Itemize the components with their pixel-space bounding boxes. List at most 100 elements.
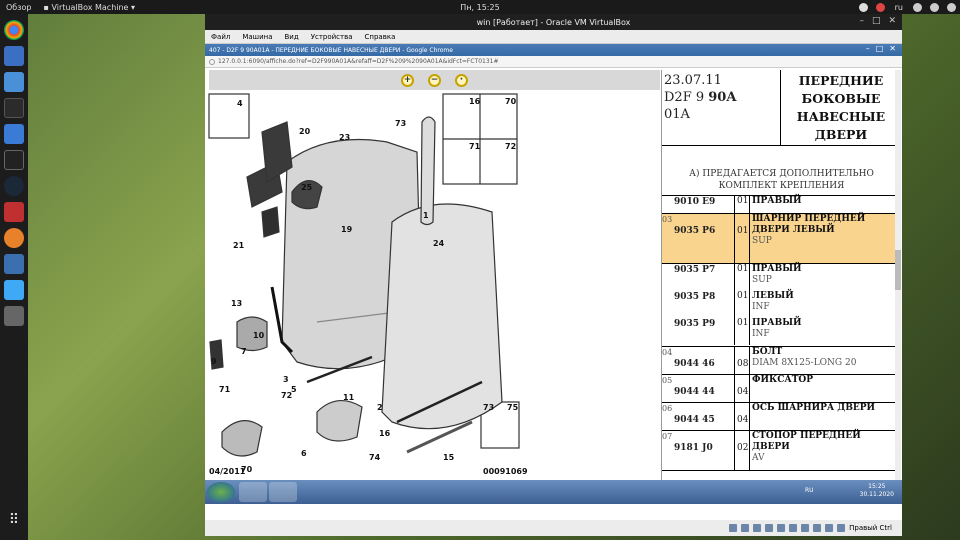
maximize-icon[interactable]: □ (872, 16, 881, 26)
menu-view[interactable]: Вид (279, 33, 305, 41)
row-num: 07 (662, 432, 673, 441)
part-qty: 01 (734, 291, 750, 318)
mouse-icon[interactable] (837, 524, 846, 532)
callout: 74 (369, 453, 381, 462)
usb-icon[interactable] (777, 524, 786, 532)
scrollbar-thumb[interactable] (895, 250, 901, 290)
volume-icon[interactable] (930, 2, 939, 12)
part-qty: 01 (734, 214, 750, 263)
power-icon[interactable] (947, 2, 956, 12)
date-code: 04/2011 (209, 467, 246, 476)
drive-icon[interactable] (4, 306, 24, 326)
mega-icon[interactable] (875, 2, 885, 12)
minimize-icon[interactable]: – (859, 16, 864, 26)
display-icon[interactable] (801, 524, 810, 532)
table-row[interactable]: 04 9044 46 08 БОЛТ DIAM 8X125-LONG 20 (662, 347, 901, 375)
callout: 71 (219, 385, 231, 394)
url-text: 127.0.0.1:6090/affiche.do?ref=D2F990A01A… (218, 58, 499, 65)
chrome-close-icon[interactable]: ✕ (889, 44, 896, 53)
steam-icon[interactable] (4, 176, 24, 196)
app-icon[interactable] (4, 228, 24, 248)
clock[interactable]: Пн, 15:25 (450, 3, 510, 12)
part-qty: 08 (734, 347, 750, 374)
taskbar-clock[interactable]: 15:25 30.11.2020 (860, 483, 894, 499)
cube-icon[interactable] (4, 280, 24, 300)
calc-icon[interactable] (4, 124, 24, 144)
zoom-fit-icon[interactable]: · (455, 73, 468, 87)
address-bar[interactable]: 127.0.0.1:6090/affiche.do?ref=D2F990A01A… (205, 56, 902, 68)
row-num: 06 (662, 404, 673, 413)
table-row[interactable]: 06 9044 45 04 ОСЬ ШАРНИРА ДВЕРИ (662, 403, 901, 431)
table-row[interactable]: 05 9044 44 04 ФИКСАТОР (662, 375, 901, 403)
hdd-icon[interactable] (729, 524, 738, 532)
zoom-in-icon[interactable]: + (401, 73, 414, 87)
table-row[interactable]: 9035 P9 01 ПРАВЫЙ INF (662, 318, 901, 345)
callout: 23 (339, 133, 350, 142)
taskbar-lang[interactable]: RU (805, 487, 814, 494)
game-icon[interactable] (4, 202, 24, 222)
optical-icon[interactable] (741, 524, 750, 532)
callout: 24 (433, 239, 445, 248)
callout: 5 (291, 385, 297, 394)
part-sub: INF (752, 329, 770, 339)
callout: 73 (483, 403, 494, 412)
header-code-2: 01A (664, 107, 690, 122)
virtualbox-icon[interactable] (4, 254, 24, 274)
explorer-icon[interactable] (239, 482, 267, 502)
close-icon[interactable]: ✕ (888, 16, 896, 26)
chrome-maximize-icon[interactable]: □ (876, 44, 884, 53)
part-desc: ОСЬ ШАРНИРА ДВЕРИ (752, 403, 876, 413)
chrome-titlebar[interactable]: 407 - D2F 9 90A01A - ПЕРЕДНИЕ БОКОВЫЕ НА… (205, 44, 902, 56)
header-code: D2F 9 (664, 90, 705, 105)
files-icon[interactable] (4, 72, 24, 92)
window-titlebar[interactable]: win [Работает] - Oracle VM VirtualBox – □… (205, 14, 902, 30)
ref-code: 00091069 (483, 467, 528, 476)
apps-grid-icon[interactable]: ⠿ (4, 512, 24, 532)
chrome-minimize-icon[interactable]: – (866, 44, 870, 53)
part-desc: ПРАВЫЙ (752, 318, 802, 328)
row-num: 05 (662, 376, 673, 385)
chrome-icon[interactable] (4, 20, 24, 40)
overview-button[interactable]: Обзор (0, 3, 37, 12)
menu-devices[interactable]: Устройства (305, 33, 359, 41)
taskbar-chrome-icon[interactable] (269, 482, 297, 502)
mail-icon[interactable] (858, 2, 868, 12)
terminal-icon[interactable] (4, 98, 24, 118)
inset-label: 70 (505, 97, 517, 106)
language-indicator[interactable]: ru (889, 3, 909, 12)
callout: 19 (341, 225, 353, 234)
menu-file[interactable]: Файл (205, 33, 236, 41)
callout: 7 (241, 347, 247, 356)
inset-label: 72 (505, 142, 516, 151)
writer-icon[interactable] (4, 46, 24, 66)
part-code: 9010 E9 (674, 197, 716, 207)
epic-icon[interactable] (4, 150, 24, 170)
table-row[interactable]: 07 9181 J0 02 СТОПОР ПЕРЕДНЕЙ ДВЕРИ AV (662, 431, 901, 471)
network-status-icon[interactable] (765, 524, 774, 532)
menu-machine[interactable]: Машина (236, 33, 278, 41)
network-icon[interactable] (913, 2, 922, 12)
shared-folder-icon[interactable] (789, 524, 798, 532)
table-row-selected[interactable]: 03 9035 P6 01 ШАРНИР ПЕРЕДНЕЙ ДВЕРИ ЛЕВЫ… (662, 214, 901, 264)
record-icon[interactable] (813, 524, 822, 532)
callout: 9 (211, 357, 217, 366)
part-code: 9035 P6 (674, 226, 716, 236)
audio-icon[interactable] (753, 524, 762, 532)
part-qty: 04 (734, 375, 750, 402)
chrome-title: 407 - D2F 9 90A01A - ПЕРЕДНИЕ БОКОВЫЕ НА… (209, 46, 453, 54)
cpu-icon[interactable] (825, 524, 834, 532)
app-menu[interactable]: ▪ VirtualBox Machine ▾ (37, 3, 141, 12)
parts-list: 23.07.11 D2F 9 90A 01A ПЕРЕДНИЕ БОКОВЫЕ … (661, 70, 901, 480)
row-num (662, 196, 674, 213)
callout: 11 (343, 393, 355, 402)
table-row[interactable]: 9010 E9 01 ПРАВЫЙ (662, 196, 901, 214)
zoom-out-icon[interactable]: − (428, 73, 441, 87)
windows-taskbar: RU 15:25 30.11.2020 (205, 480, 902, 504)
callout: 73 (395, 119, 406, 128)
callout: 3 (283, 375, 289, 384)
menu-help[interactable]: Справка (359, 33, 402, 41)
table-row[interactable]: 9035 P7 01 ПРАВЫЙ SUP (662, 264, 901, 291)
table-row[interactable]: 9035 P8 01 ЛЕВЫЙ INF (662, 291, 901, 318)
scrollbar[interactable] (895, 70, 901, 480)
start-button[interactable] (207, 482, 235, 502)
